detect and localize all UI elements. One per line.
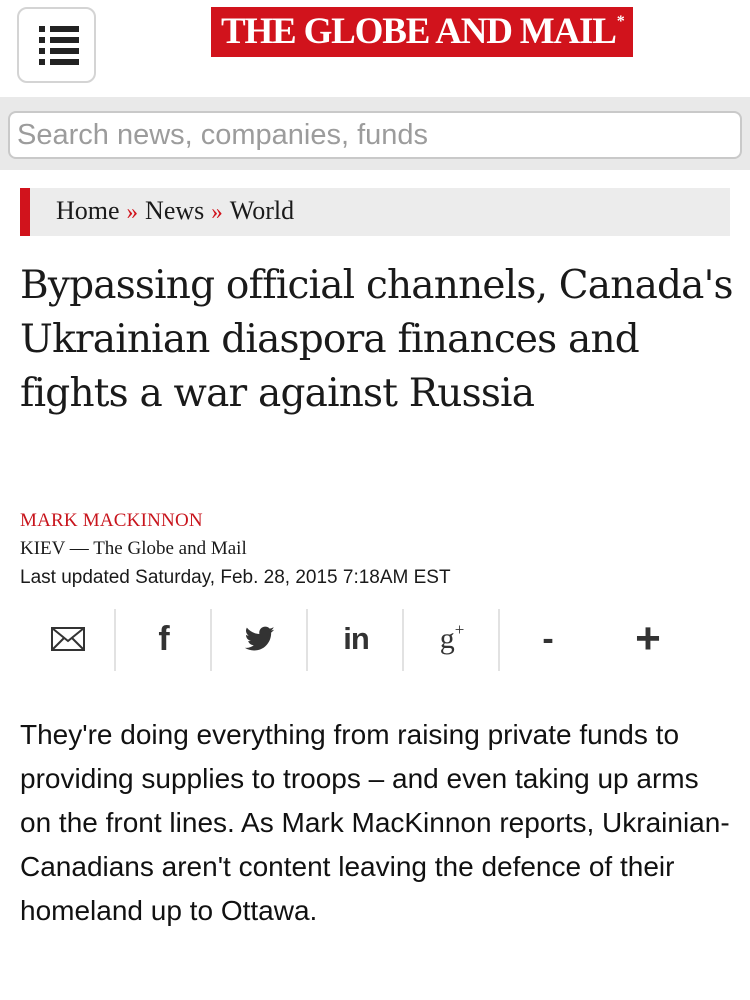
twitter-icon	[245, 626, 275, 651]
maple-leaf-icon: *	[616, 13, 625, 30]
article-author[interactable]: MARK MACKINNON	[20, 510, 203, 532]
breadcrumb-world[interactable]: World	[230, 196, 294, 225]
google-plus-icon: g+	[439, 620, 465, 655]
email-icon	[51, 627, 85, 651]
share-linkedin-button[interactable]: in	[308, 607, 404, 671]
facebook-icon: f	[158, 619, 170, 658]
site-logo[interactable]: THE GLOBE AND MAIL*	[211, 7, 633, 57]
article-timestamp: Last updated Saturday, Feb. 28, 2015 7:1…	[20, 567, 451, 588]
share-facebook-button[interactable]: f	[116, 607, 212, 671]
breadcrumb-news[interactable]: News	[145, 196, 204, 225]
linkedin-icon: in	[343, 621, 370, 656]
menu-button[interactable]	[17, 7, 96, 83]
plus-icon: +	[635, 614, 661, 663]
breadcrumb-separator: »	[211, 199, 223, 224]
breadcrumb-separator: »	[126, 199, 139, 224]
search-input[interactable]	[8, 111, 742, 159]
minus-icon: -	[542, 619, 554, 658]
breadcrumb: Home» News» World	[20, 188, 730, 236]
share-google-plus-button[interactable]: g+	[404, 607, 500, 671]
article-dateline: KIEV — The Globe and Mail	[20, 538, 247, 559]
logo-text: THE GLOBE AND MAIL	[221, 11, 617, 52]
share-twitter-button[interactable]	[212, 607, 308, 671]
article-headline: Bypassing official channels, Canada's Uk…	[20, 263, 734, 416]
search-bar	[0, 97, 750, 170]
increase-text-size-button[interactable]: +	[600, 607, 696, 671]
share-email-button[interactable]	[20, 607, 116, 671]
article-summary: They're doing everything from raising pr…	[20, 719, 730, 926]
site-header: THE GLOBE AND MAIL*	[0, 0, 750, 97]
share-toolbar: f in g+ - +	[20, 607, 732, 671]
breadcrumb-home[interactable]: Home	[56, 196, 120, 225]
decrease-text-size-button[interactable]: -	[500, 607, 596, 671]
